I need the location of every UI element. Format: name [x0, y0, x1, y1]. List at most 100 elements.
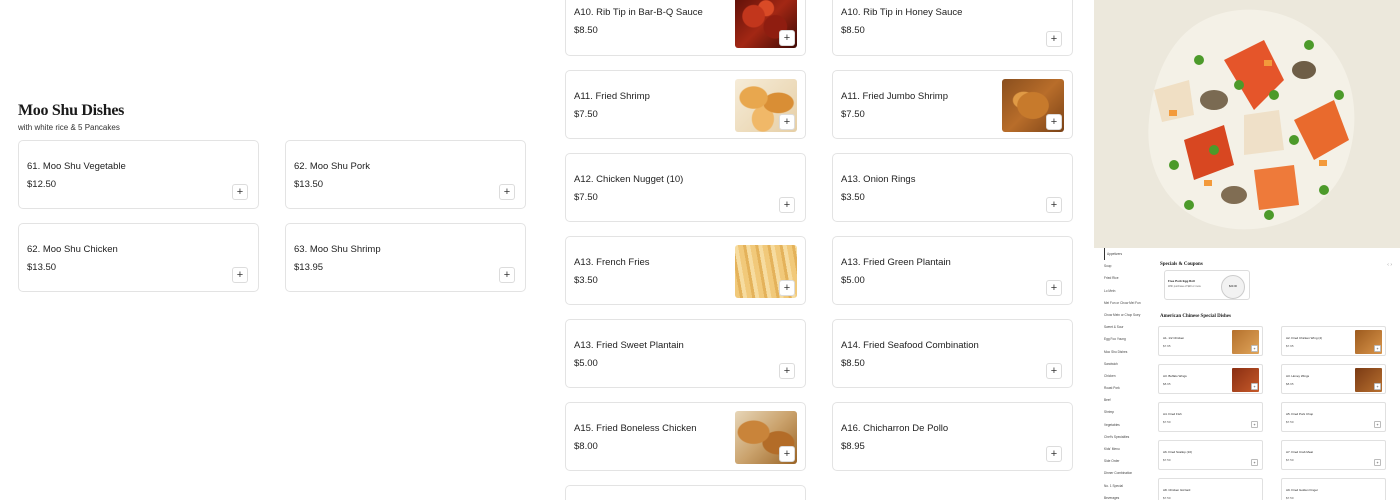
menu-item-card[interactable]: A12. Chicken Nugget (10) $7.50 + — [565, 153, 806, 222]
plus-icon[interactable]: + — [1046, 197, 1062, 213]
item-name: 62. Moo Shu Chicken — [27, 244, 118, 255]
nav-item[interactable]: Dinner Combination — [1104, 467, 1154, 479]
mini-item-card[interactable]: A4. Fried Fish $7.50 + — [1158, 402, 1263, 432]
menu-item-card[interactable]: A10. Rib Tip in Honey Sauce $8.50 + — [832, 0, 1073, 56]
nav-item[interactable]: Mei Fun or Chow Mei Fun — [1104, 297, 1154, 309]
item-price: $3.50 — [841, 192, 865, 203]
menu-item-card[interactable]: A14. Fried Seafood Combination $8.50 + — [832, 319, 1073, 388]
section-header: Moo Shu Dishes with white rice & 5 Panca… — [18, 102, 124, 132]
nav-item[interactable]: Lo Mein — [1104, 285, 1154, 297]
mini-item-card[interactable]: A9. Fried Golden Finger $7.50 — [1281, 478, 1386, 500]
plus-icon[interactable]: + — [779, 114, 795, 130]
menu-item-card[interactable]: A13. French Fries $3.50 + — [565, 236, 806, 305]
category-nav: Appetizers Soup Fried Rice Lo Mein Mei F… — [1104, 248, 1154, 500]
plus-icon[interactable]: + — [779, 363, 795, 379]
plus-icon[interactable]: + — [499, 267, 515, 283]
plus-icon[interactable]: + — [499, 184, 515, 200]
nav-item[interactable]: Moo Shu Dishes — [1104, 346, 1154, 358]
menu-item-card[interactable]: A15. Fried Boneless Chicken $8.00 + — [565, 402, 806, 471]
lobster-dish-illustration — [1094, 0, 1400, 248]
coupon-subtitle: With purchase of $20 or more — [1168, 285, 1201, 288]
nav-item[interactable]: Sandwich — [1104, 358, 1154, 370]
plus-icon[interactable]: + — [779, 197, 795, 213]
nav-item[interactable]: Chicken — [1104, 370, 1154, 382]
plus-icon[interactable]: + — [779, 446, 795, 462]
mini-item-card[interactable]: A8. Chicken Gizzard $7.50 — [1158, 478, 1263, 500]
item-price: $8.00 — [574, 441, 598, 452]
coupon-card[interactable]: Free Pork Egg Roll With purchase of $20 … — [1164, 270, 1250, 300]
nav-item[interactable]: Beef — [1104, 394, 1154, 406]
item-price: $7.50 — [841, 109, 865, 120]
nav-item[interactable]: Chow Mein or Chop Suey — [1104, 309, 1154, 321]
nav-item[interactable]: Appetizers — [1104, 248, 1154, 261]
item-name: A16. Chicharron De Pollo — [841, 423, 949, 434]
mini-item-card[interactable]: A2. Fried Chicken Wing (4) $7.95 + — [1281, 326, 1386, 356]
specials-title: Specials & Coupons — [1160, 262, 1203, 267]
mini-item-card[interactable]: A5. Fried Pork Chop $7.50 + — [1281, 402, 1386, 432]
plus-icon[interactable]: + — [1046, 446, 1062, 462]
nav-item[interactable]: Roast Pork — [1104, 382, 1154, 394]
plus-icon[interactable]: + — [1046, 363, 1062, 379]
nav-item[interactable]: Fried Rice — [1104, 272, 1154, 284]
plus-icon[interactable]: + — [232, 184, 248, 200]
plus-icon[interactable]: + — [1251, 459, 1258, 466]
plus-icon[interactable]: + — [1251, 383, 1258, 390]
menu-item-card[interactable]: A13. Onion Rings $3.50 + — [832, 153, 1073, 222]
menu-item-card[interactable]: 63. Moo Shu Shrimp $13.95 + — [285, 223, 526, 292]
menu-item-card[interactable]: A10. Rib Tip in Bar-B-Q Sauce $8.50 + — [565, 0, 806, 56]
carousel-arrows-icon[interactable]: ‹ › — [1387, 262, 1392, 268]
item-name: A4. Fried Fish — [1163, 412, 1182, 416]
menu-item-card[interactable]: 62. Moo Shu Chicken $13.50 + — [18, 223, 259, 292]
mini-item-card[interactable]: A1. 1/2 Chicken $7.95 + — [1158, 326, 1263, 356]
boneless-chicken-photo: + — [735, 411, 797, 464]
item-price: $7.95 — [1163, 344, 1171, 348]
menu-item-card[interactable]: A16. Chicharron De Pollo $8.95 + — [832, 402, 1073, 471]
plus-icon[interactable]: + — [1046, 31, 1062, 47]
nav-item[interactable]: Vegetables — [1104, 419, 1154, 431]
menu-item-card[interactable]: A13. Fried Sweet Plantain $5.00 + — [565, 319, 806, 388]
nav-item[interactable]: Soup — [1104, 260, 1154, 272]
nav-item[interactable]: Chef's Specialties — [1104, 431, 1154, 443]
plus-icon[interactable]: + — [1251, 421, 1258, 428]
item-name: A10. Rib Tip in Bar-B-Q Sauce — [574, 7, 703, 18]
plus-icon[interactable]: + — [1374, 383, 1381, 390]
mini-item-card[interactable]: A6. Fried Scallop (10) $7.50 + — [1158, 440, 1263, 470]
nav-item[interactable]: Sweet & Sour — [1104, 321, 1154, 333]
plus-icon[interactable]: + — [1046, 114, 1062, 130]
menu-item-card[interactable] — [565, 485, 806, 500]
mini-item-card[interactable]: A3. Honey Wings $8.95 + — [1281, 364, 1386, 394]
item-price: $8.50 — [841, 358, 865, 369]
menu-item-card[interactable]: A11. Fried Shrimp $7.50 + — [565, 70, 806, 139]
menu-item-card[interactable]: 61. Moo Shu Vegetable $12.50 + — [18, 140, 259, 209]
item-name: A2. Fried Chicken Wing (4) — [1286, 336, 1323, 340]
item-name: A15. Fried Boneless Chicken — [574, 423, 697, 434]
item-price: $8.95 — [1286, 382, 1294, 386]
item-price: $13.50 — [27, 262, 57, 273]
item-price: $7.95 — [1286, 344, 1294, 348]
plus-icon[interactable]: + — [1046, 280, 1062, 296]
nav-item[interactable]: Side Order — [1104, 455, 1154, 467]
menu-item-card[interactable]: A11. Fried Jumbo Shrimp $7.50 + — [832, 70, 1073, 139]
item-price: $13.95 — [294, 262, 324, 273]
item-name: A12. Chicken Nugget (10) — [574, 174, 684, 185]
plus-icon[interactable]: + — [232, 267, 248, 283]
item-name: 63. Moo Shu Shrimp — [294, 244, 381, 255]
mini-item-card[interactable]: A3. Buffalo Wings $8.95 + — [1158, 364, 1263, 394]
mini-item-card[interactable]: A7. Fried Crab Meat $7.50 + — [1281, 440, 1386, 470]
plus-icon[interactable]: + — [779, 30, 795, 46]
plus-icon[interactable]: + — [1374, 459, 1381, 466]
section-subtitle: with white rice & 5 Pancakes — [18, 123, 120, 132]
nav-item[interactable]: Shrimp — [1104, 406, 1154, 418]
nav-item[interactable]: Egg Foo Young — [1104, 333, 1154, 345]
nav-item[interactable]: Beverages — [1104, 492, 1154, 500]
plus-icon[interactable]: + — [1374, 345, 1381, 352]
menu-item-card[interactable]: A13. Fried Green Plantain $5.00 + — [832, 236, 1073, 305]
plus-icon[interactable]: + — [1251, 345, 1258, 352]
nav-item[interactable]: Kids' Menu — [1104, 443, 1154, 455]
plus-icon[interactable]: + — [779, 280, 795, 296]
plus-icon[interactable]: + — [1374, 421, 1381, 428]
item-price: $7.50 — [574, 109, 598, 120]
nav-item[interactable]: No. 1 Special — [1104, 480, 1154, 492]
menu-item-card[interactable]: 62. Moo Shu Pork $13.50 + — [285, 140, 526, 209]
item-name: A13. Onion Rings — [841, 174, 916, 185]
